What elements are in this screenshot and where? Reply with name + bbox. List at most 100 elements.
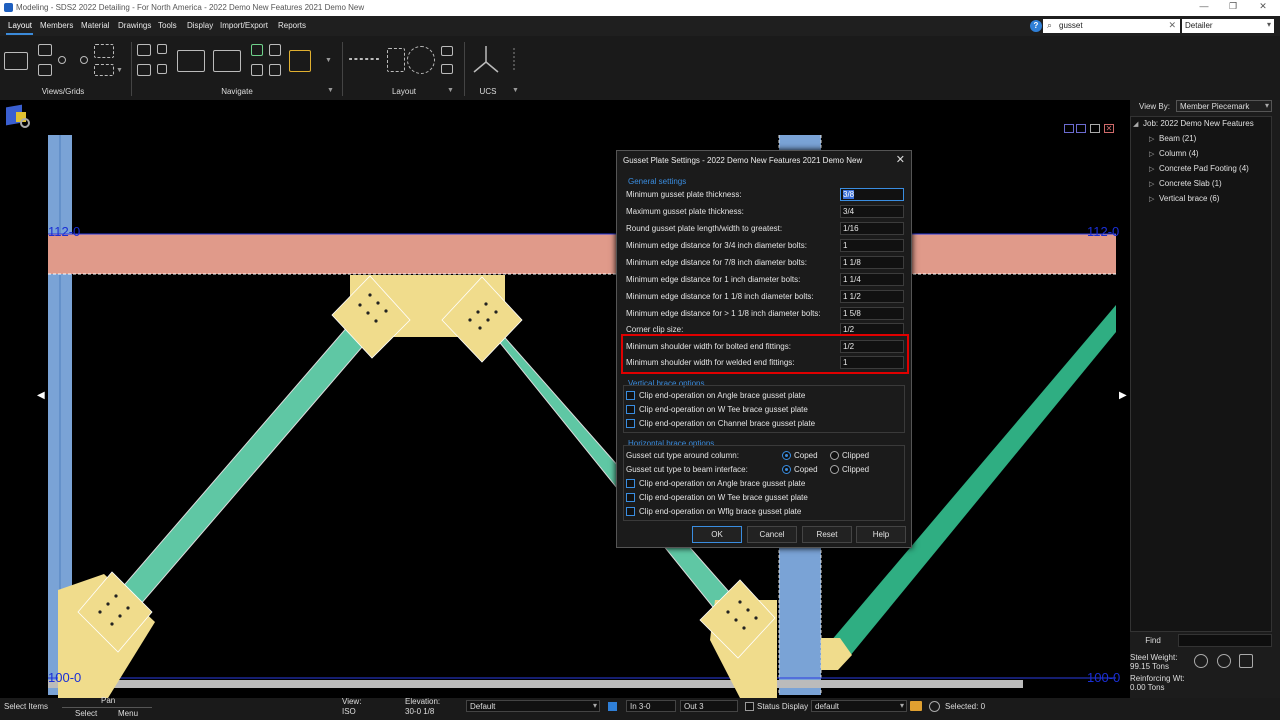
cut-column-clipped-radio[interactable] [830, 451, 839, 460]
role-select[interactable]: Detailer ▾ [1182, 19, 1274, 33]
isolate-icon[interactable] [251, 44, 263, 56]
h-clip-wtee-checkbox[interactable] [626, 493, 635, 502]
tree-node-vertical-brace[interactable]: ▷ Vertical brace (6) [1149, 194, 1219, 203]
menu-tools[interactable]: Tools [158, 21, 177, 30]
grid-lines-icon[interactable] [94, 64, 114, 76]
round-gusset-input[interactable]: 1/16 [840, 222, 904, 235]
min-gusset-thickness-input[interactable]: 3/8 [840, 188, 904, 201]
weight-settings-icon[interactable] [1194, 654, 1208, 668]
view-icon[interactable] [269, 64, 281, 76]
out-field[interactable]: Out 3 [680, 700, 738, 712]
folder-icon[interactable] [910, 701, 922, 711]
cancel-button[interactable]: Cancel [747, 526, 797, 543]
selection-icon[interactable] [929, 701, 940, 712]
tree-node-column[interactable]: ▷ Column (4) [1149, 149, 1199, 158]
chevron-down-icon[interactable]: ▼ [325, 57, 332, 64]
menu-drawings[interactable]: Drawings [118, 21, 151, 30]
camera-percent-icon[interactable] [213, 50, 241, 72]
tree-node-concrete-pad[interactable]: ▷ Concrete Pad Footing (4) [1149, 164, 1249, 173]
collapse-icon[interactable]: ▷ [1149, 180, 1159, 188]
pan-right-arrow-icon[interactable]: ▶ [1119, 390, 1127, 401]
camera-edit-icon[interactable] [137, 64, 151, 76]
split-view-icon[interactable] [1076, 124, 1086, 133]
tile-view-icon[interactable] [1064, 124, 1074, 133]
edge-34-input[interactable]: 1 [840, 239, 904, 252]
camera-small-icon[interactable] [137, 44, 151, 56]
status-display-select[interactable]: default ▾ [811, 700, 907, 712]
ok-button[interactable]: OK [692, 526, 742, 543]
grid-lines-icon[interactable] [94, 44, 114, 58]
cut-beam-coped-radio[interactable] [782, 465, 791, 474]
view-icon[interactable] [157, 44, 167, 54]
model-cube-icon[interactable] [4, 102, 32, 130]
minimize-button[interactable]: — [1189, 1, 1219, 15]
view-icon[interactable] [269, 44, 281, 56]
clip-wtee-checkbox[interactable] [626, 405, 635, 414]
layout-icon[interactable] [441, 46, 453, 56]
menu-reports[interactable]: Reports [278, 21, 306, 30]
weight-refresh-icon[interactable] [1217, 654, 1231, 668]
menu-material[interactable]: Material [81, 21, 109, 30]
grid-point-icon[interactable] [80, 56, 88, 64]
weight-report-icon[interactable] [1239, 654, 1253, 668]
maximize-view-icon[interactable] [1090, 124, 1100, 133]
pan-left-arrow-icon[interactable]: ◀ [37, 390, 45, 401]
max-gusset-thickness-input[interactable]: 3/4 [840, 205, 904, 218]
help-button[interactable]: Help [856, 526, 906, 543]
camera-icon[interactable] [4, 52, 28, 70]
edge-78-input[interactable]: 1 1/8 [840, 256, 904, 269]
h-clip-angle-checkbox[interactable] [626, 479, 635, 488]
edge-1-input[interactable]: 1 1/4 [840, 273, 904, 286]
tree-node-concrete-slab[interactable]: ▷ Concrete Slab (1) [1149, 179, 1222, 188]
in-out-checkbox[interactable] [608, 702, 617, 711]
tree-node-beam[interactable]: ▷ Beam (21) [1149, 134, 1196, 143]
edge-118-input[interactable]: 1 1/2 [840, 290, 904, 303]
clip-channel-checkbox[interactable] [626, 419, 635, 428]
circle-icon[interactable] [407, 46, 435, 74]
camera-icon[interactable] [177, 50, 205, 72]
collapse-icon[interactable]: ▷ [1149, 135, 1159, 143]
search-input[interactable]: ⌕ gusset ✕ [1043, 19, 1180, 33]
status-display-checkbox[interactable] [745, 702, 754, 711]
close-icon[interactable]: ✕ [896, 153, 905, 166]
collapse-icon[interactable]: ▷ [1149, 165, 1159, 173]
expand-icon[interactable]: ◢ [1133, 120, 1143, 128]
edge-gt-118-input[interactable]: 1 5/8 [840, 307, 904, 320]
collapse-icon[interactable]: ▷ [1149, 150, 1159, 158]
ucs-axes-icon[interactable] [466, 36, 526, 80]
default-select[interactable]: Default ▾ [466, 700, 600, 712]
menu-members[interactable]: Members [40, 21, 73, 30]
collapse-icon[interactable]: ▷ [1149, 195, 1159, 203]
clear-search-icon[interactable]: ✕ [1168, 20, 1176, 31]
layout-icon[interactable] [441, 64, 453, 74]
restore-button[interactable]: ❐ [1218, 1, 1248, 15]
view-by-select[interactable]: Member Piecemark ▾ [1176, 100, 1272, 112]
camera-small-icon[interactable] [38, 44, 52, 56]
tree-node-job[interactable]: ◢ Job: 2022 Demo New Features [1133, 119, 1254, 128]
cube-icon[interactable] [289, 50, 311, 72]
line-icon[interactable] [349, 58, 379, 60]
find-input[interactable] [1178, 634, 1272, 647]
arc-icon[interactable] [387, 48, 405, 72]
chevron-down-icon[interactable]: ▼ [512, 87, 519, 94]
close-window-button[interactable]: ✕ [1248, 1, 1278, 15]
annotation-highlight-box [621, 334, 909, 374]
cut-beam-clipped-radio[interactable] [830, 465, 839, 474]
in-field[interactable]: In 3-0 [626, 700, 676, 712]
menu-display[interactable]: Display [187, 21, 213, 30]
find-button[interactable]: Find [1130, 634, 1176, 647]
grid-point-icon[interactable] [58, 56, 66, 64]
clip-angle-checkbox[interactable] [626, 391, 635, 400]
tag-icon[interactable] [251, 64, 263, 76]
camera-edit-icon[interactable] [38, 64, 52, 76]
menu-layout[interactable]: Layout [8, 21, 32, 30]
chevron-down-icon[interactable]: ▼ [116, 67, 123, 74]
model-viewport[interactable]: 112-0 112-0 100-0 100-0 ◀ ▶ ✕ [0, 100, 1130, 698]
help-icon[interactable]: ? [1030, 20, 1042, 32]
view-icon[interactable] [157, 64, 167, 74]
menu-import-export[interactable]: Import/Export [220, 21, 268, 30]
cut-column-coped-radio[interactable] [782, 451, 791, 460]
reset-button[interactable]: Reset [802, 526, 852, 543]
h-clip-wflg-checkbox[interactable] [626, 507, 635, 516]
close-view-icon[interactable]: ✕ [1104, 124, 1114, 133]
